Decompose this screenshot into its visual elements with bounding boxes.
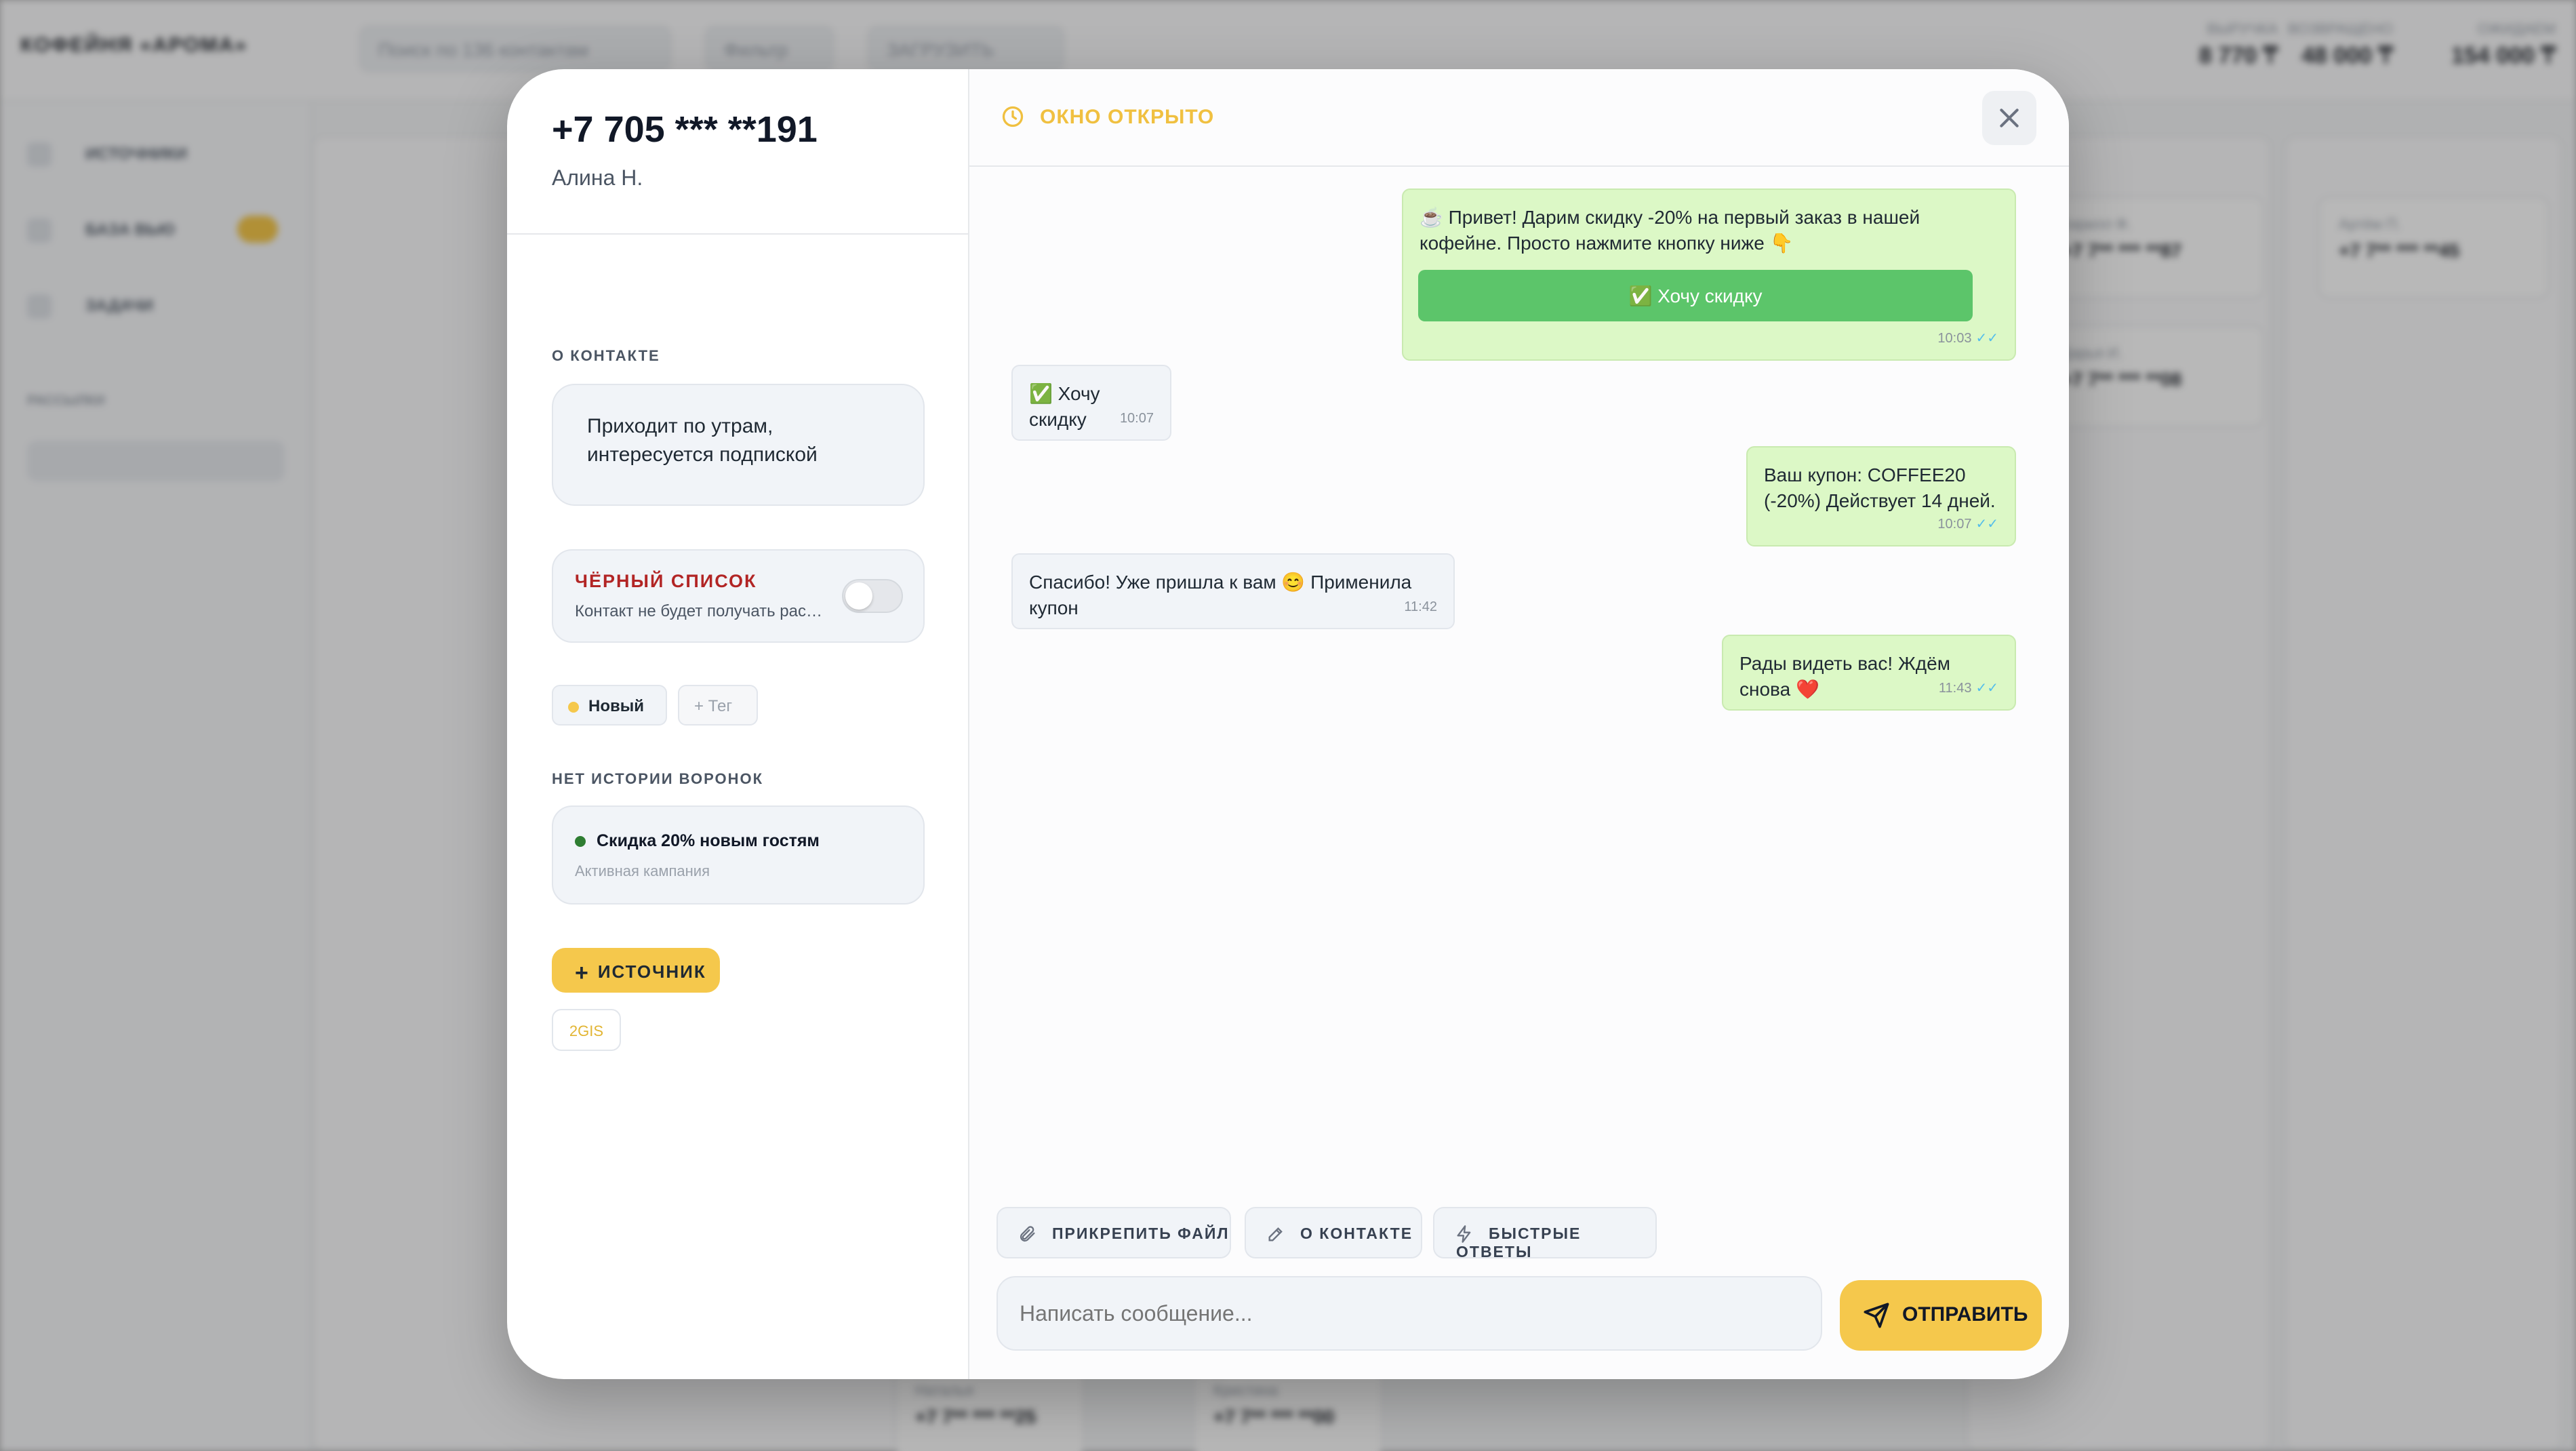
divider bbox=[969, 165, 2069, 167]
blacklist-toggle[interactable] bbox=[842, 579, 903, 613]
campaign-title: Скидка 20% новым гостям bbox=[575, 831, 820, 851]
funnel-section-label: НЕТ ИСТОРИИ ВОРОНОК bbox=[552, 770, 764, 787]
add-source-button[interactable]: + ИСТОЧНИК bbox=[552, 948, 720, 993]
tag-new[interactable]: Новый bbox=[552, 685, 667, 726]
message-time: 10:07 bbox=[1119, 411, 1154, 426]
message-input[interactable] bbox=[997, 1276, 1822, 1351]
status-dot-icon bbox=[575, 836, 586, 848]
send-button[interactable]: ОТПРАВИТЬ bbox=[1840, 1280, 2042, 1351]
message-text: Ваш купон: COFFEE20 (-20%) Действует 14 … bbox=[1764, 464, 1996, 511]
about-contact-button[interactable]: О КОНТАКТЕ bbox=[1245, 1207, 1422, 1258]
blacklist-subtitle: Контакт не будет получать рассылки bbox=[575, 602, 826, 620]
quick-replies-label: БЫСТРЫЕ ОТВЕТЫ bbox=[1456, 1225, 1582, 1260]
source-chip[interactable]: 2GIS bbox=[552, 1009, 621, 1051]
attach-file-label: ПРИКРЕПИТЬ ФАЙЛ bbox=[1052, 1225, 1230, 1242]
message-outgoing: ☕ Привет! Дарим скидку -20% на первый за… bbox=[1402, 188, 2016, 361]
send-icon bbox=[1864, 1303, 1889, 1328]
about-contact-label: О КОНТАКТЕ bbox=[1300, 1225, 1413, 1242]
read-checks-icon: ✓✓ bbox=[1975, 517, 1998, 532]
paperclip-icon bbox=[1020, 1226, 1035, 1242]
message-outgoing: Ваш купон: COFFEE20 (-20%) Действует 14 … bbox=[1746, 446, 2016, 546]
window-status: ОКНО ОТКРЫТО bbox=[1001, 104, 1214, 129]
campaign-subtitle: Активная кампания bbox=[575, 862, 710, 879]
contact-modal: +7 705 *** **191 Алина Н. О КОНТАКТЕ При… bbox=[507, 69, 2069, 1379]
message-time: 11:42 bbox=[1404, 599, 1437, 614]
divider bbox=[507, 233, 969, 235]
message-time: 10:03 ✓✓ bbox=[1937, 331, 1998, 346]
message-time: 10:07 ✓✓ bbox=[1937, 517, 1998, 532]
blacklist-title: ЧЁРНЫЙ СПИСОК bbox=[575, 571, 757, 591]
toggle-knob bbox=[845, 582, 872, 610]
edit-icon bbox=[1268, 1227, 1283, 1241]
attach-file-button[interactable]: ПРИКРЕПИТЬ ФАЙЛ bbox=[997, 1207, 1231, 1258]
contact-panel: +7 705 *** **191 Алина Н. О КОНТАКТЕ При… bbox=[507, 69, 969, 1379]
add-source-label: ИСТОЧНИК bbox=[597, 961, 706, 982]
quick-replies-button[interactable]: БЫСТРЫЕ ОТВЕТЫ bbox=[1433, 1207, 1657, 1260]
about-section-label: О КОНТАКТЕ bbox=[552, 347, 660, 364]
chat-panel: ОКНО ОТКРЫТО ☕ Привет! Дарим скидку -20%… bbox=[969, 69, 2069, 1379]
send-label: ОТПРАВИТЬ bbox=[1902, 1303, 2028, 1326]
read-checks-icon: ✓✓ bbox=[1975, 681, 1998, 696]
message-text: ☕ Привет! Дарим скидку -20% на первый за… bbox=[1420, 207, 1920, 254]
cta-button[interactable]: ✅ Хочу скидку bbox=[1418, 270, 1973, 321]
campaign-card[interactable]: Скидка 20% новым гостям Активная кампани… bbox=[552, 806, 925, 905]
contact-note[interactable]: Приходит по утрам, интересуется подписко… bbox=[552, 384, 925, 506]
message-time: 11:43 ✓✓ bbox=[1938, 681, 1998, 696]
cta-label: ✅ Хочу скидку bbox=[1628, 285, 1763, 306]
message-text: Спасибо! Уже пришла к вам 😊 Применила ку… bbox=[1029, 572, 1412, 618]
close-button[interactable] bbox=[1982, 91, 2036, 145]
message-incoming: Спасибо! Уже пришла к вам 😊 Применила ку… bbox=[1011, 553, 1455, 629]
add-tag-button[interactable]: + Тег bbox=[678, 685, 758, 726]
tag-label: Новый bbox=[588, 697, 644, 715]
window-status-label: ОКНО ОТКРЫТО bbox=[1040, 106, 1215, 128]
lightning-icon bbox=[1457, 1225, 1471, 1243]
contact-phone: +7 705 *** **191 bbox=[552, 109, 818, 150]
blacklist-card: ЧЁРНЫЙ СПИСОК Контакт не будет получать … bbox=[552, 549, 925, 643]
contact-name: Алина Н. bbox=[552, 165, 643, 190]
close-icon bbox=[2000, 108, 2019, 127]
message-incoming: ✅ Хочу скидку 10:07 bbox=[1011, 365, 1171, 441]
read-checks-icon: ✓✓ bbox=[1975, 331, 1998, 346]
plus-icon: + bbox=[575, 960, 590, 986]
clock-icon bbox=[1002, 106, 1024, 127]
tag-dot-icon bbox=[568, 701, 579, 713]
message-outgoing: Рады видеть вас! Ждём снова ❤️ 11:43 ✓✓ bbox=[1722, 635, 2016, 711]
